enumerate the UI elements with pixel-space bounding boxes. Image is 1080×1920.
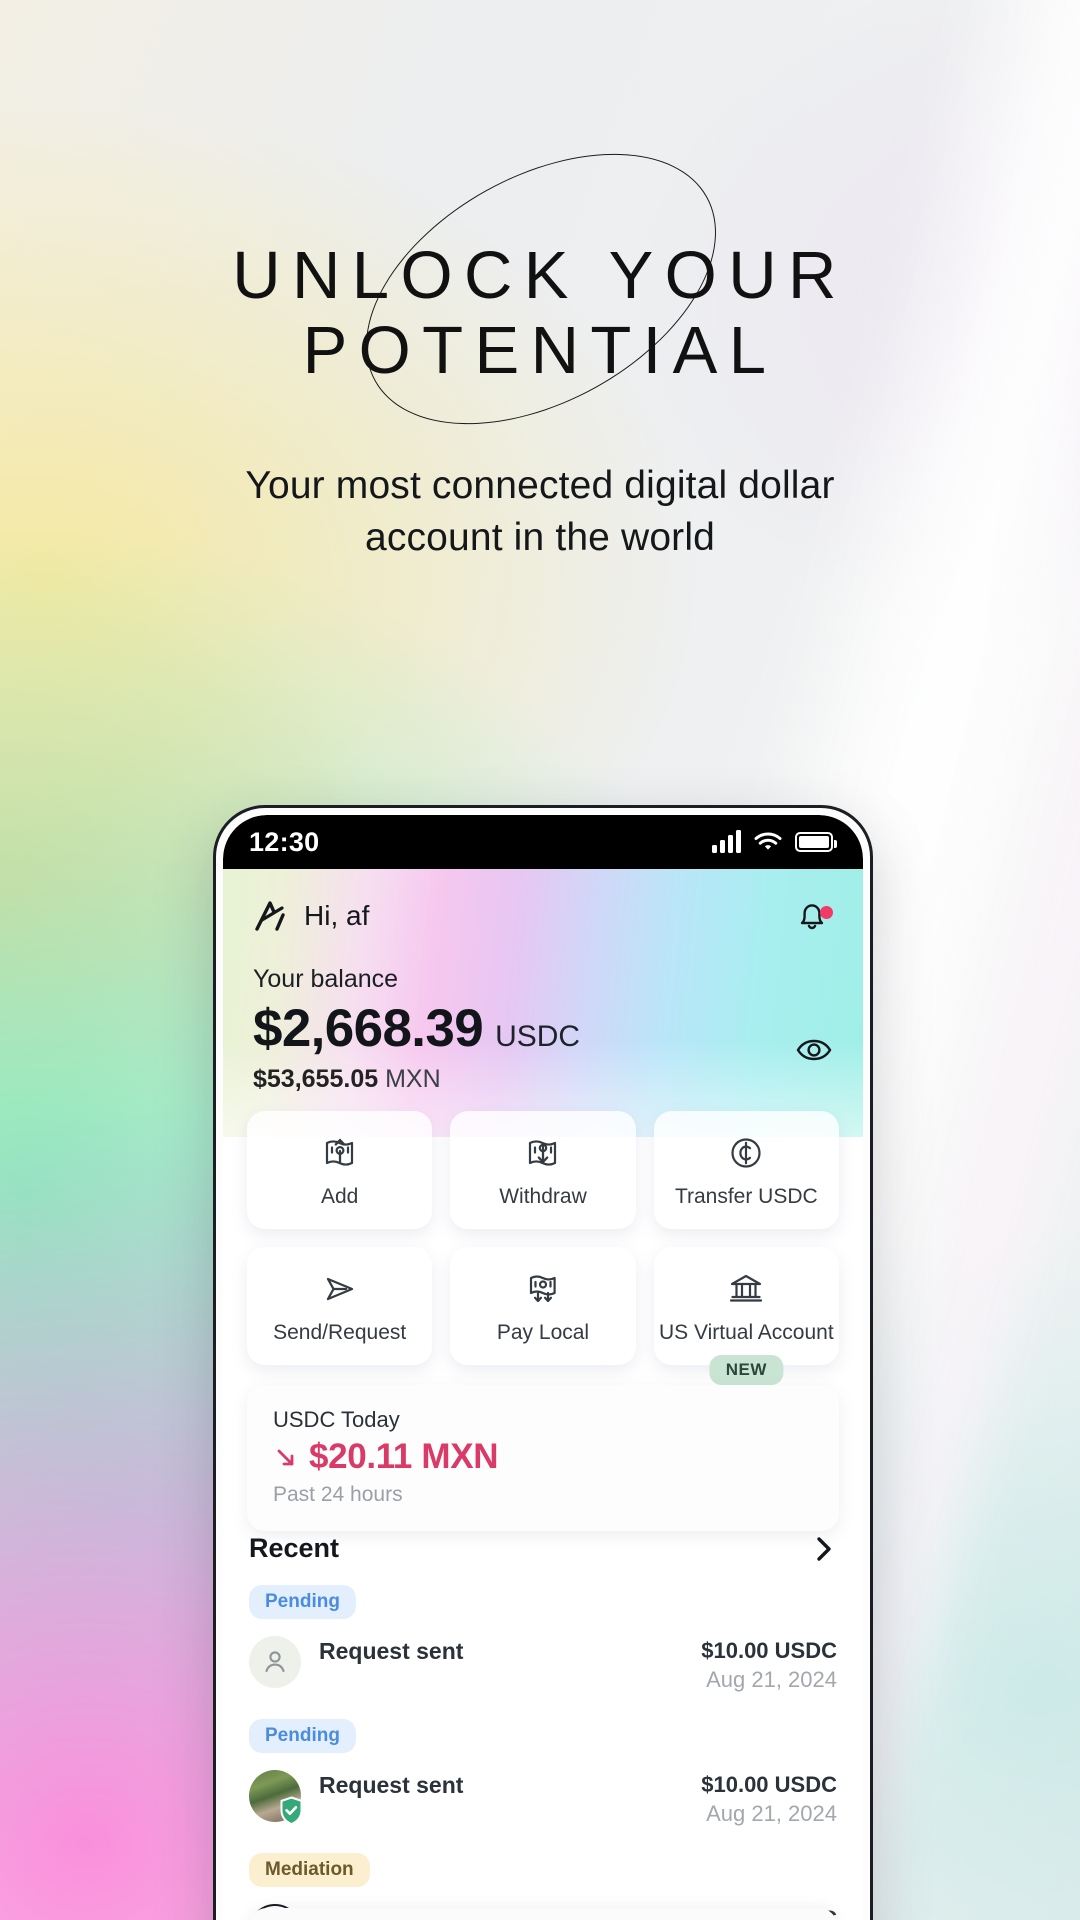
bill-up-arrow-icon	[325, 1138, 353, 1166]
chevron-right-icon[interactable]	[811, 1534, 837, 1564]
subhead-line-1: Your most connected digital dollar	[245, 464, 835, 508]
wifi-icon	[754, 832, 782, 850]
transaction-amounts: $10.00 USDC Aug 21, 2024	[701, 1636, 837, 1693]
table-row[interactable]: Request sent $10.00 USDC Aug 21, 2024	[249, 1770, 837, 1853]
transaction-amounts: $10.00 USDC Aug 21, 2024	[701, 1770, 837, 1827]
transaction-group: Pending Request sent $10.00 USDC Aug 21,…	[249, 1585, 837, 1719]
transaction-list: Pending Request sent $10.00 USDC Aug 21,…	[249, 1585, 837, 1920]
recent-title: Recent	[249, 1533, 340, 1563]
quick-actions-grid: Add Withdraw Transfer USDC Send/Request …	[223, 1111, 863, 1385]
verified-shield-icon	[280, 1796, 303, 1825]
greeting-left: Hi, af	[253, 899, 369, 933]
greeting-text: Hi, af	[304, 900, 370, 931]
transaction-amount: $10.00 USDC	[701, 1772, 837, 1797]
greeting-row: Hi, af	[253, 895, 833, 937]
status-bar-indicators	[712, 830, 837, 853]
recent-header[interactable]: Recent	[249, 1533, 837, 1564]
page-subtitle: Your most connected digital dollar accou…	[0, 460, 1080, 565]
usdc-rate-card[interactable]: USDC Today $20.11 MXN Past 24 hours	[247, 1385, 839, 1531]
status-badge: Mediation	[249, 1853, 370, 1887]
rate-card-value-row: $20.11 MXN	[273, 1437, 813, 1477]
arrow-down-right-icon	[277, 1449, 294, 1466]
action-tile-add[interactable]: Add	[247, 1111, 433, 1229]
hero-section: UNLOCK YOUR POTENTIAL Your most connecte…	[0, 0, 1080, 565]
bill-down-arrow-icon	[528, 1140, 557, 1166]
transaction-title: Request sent	[319, 1772, 464, 1798]
balance-secondary-amount: $53,655.05	[253, 1065, 379, 1093]
balance-amount: $2,668.39	[253, 999, 484, 1058]
status-badge: NEW	[709, 1355, 783, 1385]
brand-logo-icon	[255, 901, 285, 931]
rate-card-title: USDC Today	[273, 1407, 400, 1432]
usdc-circle-icon	[731, 1138, 761, 1168]
action-tile-label: Transfer USDC	[674, 1185, 818, 1208]
next-card-preview[interactable]	[249, 1908, 837, 1920]
action-tile-pay-local[interactable]: Pay Local	[450, 1247, 636, 1365]
status-badge: Pending	[249, 1719, 356, 1753]
notification-button[interactable]	[791, 895, 833, 937]
transaction-date: Aug 21, 2024	[706, 1667, 837, 1692]
action-tile-label: Pay Local	[496, 1321, 590, 1344]
phone-mockup: 12:30 Hi, af Your balance $2,668.39 USDC…	[213, 805, 873, 1920]
bill-double-down-arrow-icon	[529, 1275, 556, 1303]
balance-main-row: $2,668.39 USDC	[253, 998, 833, 1059]
action-tile-send-request[interactable]: Send/Request	[247, 1247, 433, 1365]
transaction-date: Aug 21, 2024	[706, 1801, 837, 1826]
transaction-title: Request sent	[319, 1638, 464, 1664]
transaction-info: Request sent	[319, 1636, 683, 1665]
balance-block: Your balance $2,668.39 USDC $53,655.05 M…	[253, 965, 833, 1094]
action-tile-label: Add	[320, 1185, 359, 1208]
rate-card-value: $20.11 MXN	[309, 1437, 499, 1476]
app-header: Hi, af Your balance $2,668.39 USDC $53,6…	[223, 869, 863, 1137]
table-row[interactable]: Request sent $10.00 USDC Aug 21, 2024	[249, 1636, 837, 1719]
balance-secondary-row: $53,655.05 MXN	[253, 1065, 833, 1094]
notification-badge-dot	[820, 906, 833, 919]
status-bar: 12:30	[223, 815, 863, 869]
headline-line-2: POTENTIAL	[302, 313, 778, 389]
subhead-line-2: account in the world	[365, 516, 715, 560]
transaction-group: Pending Request sent $10.00 USDC Aug 21,…	[249, 1719, 837, 1853]
headline-line-1: UNLOCK YOUR	[232, 238, 848, 313]
paper-plane-icon	[326, 1277, 353, 1301]
person-icon	[265, 1651, 285, 1673]
action-tile-withdraw[interactable]: Withdraw	[450, 1111, 636, 1229]
action-tile-transfer-usdc[interactable]: Transfer USDC	[653, 1111, 839, 1229]
bank-icon	[730, 1274, 763, 1302]
rate-card-subtitle: Past 24 hours	[273, 1483, 403, 1506]
cellular-signal-icon	[712, 830, 741, 853]
action-tile-label: Withdraw	[499, 1185, 587, 1208]
balance-secondary-currency: MXN	[385, 1065, 441, 1093]
action-tile-label: Send/Request	[273, 1321, 407, 1344]
balance-currency: USDC	[495, 1020, 581, 1053]
avatar	[249, 1636, 301, 1688]
eye-icon[interactable]	[795, 1031, 833, 1069]
battery-icon	[795, 832, 837, 852]
status-badge: Pending	[249, 1585, 356, 1619]
action-tile-label: US Virtual Account	[658, 1321, 834, 1344]
page-title: UNLOCK YOUR POTENTIAL	[0, 238, 1080, 388]
transaction-info: Request sent	[319, 1770, 683, 1799]
phone-screen: 12:30 Hi, af Your balance $2,668.39 USDC…	[223, 815, 863, 1920]
transaction-amount: $10.00 USDC	[701, 1638, 837, 1663]
avatar	[249, 1770, 303, 1825]
balance-label: Your balance	[253, 965, 399, 993]
action-tile-us-virtual-account[interactable]: US Virtual Account NEW	[653, 1247, 839, 1385]
status-bar-clock: 12:30	[249, 826, 320, 857]
